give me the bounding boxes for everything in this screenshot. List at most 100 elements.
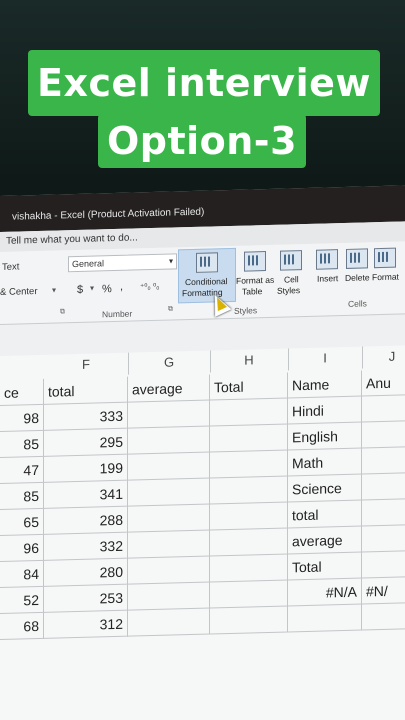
table-cell[interactable]: 253 [44,584,128,613]
format-as-table-label2[interactable]: Table [242,286,262,297]
header-cell[interactable]: average [128,374,210,403]
header-cell[interactable]: total [44,376,128,405]
table-cell[interactable]: total [288,500,362,529]
table-cell[interactable]: 47 [0,456,44,484]
format-label[interactable]: Format [372,272,399,283]
number-launcher-icon[interactable]: ⧉ [168,305,173,313]
header-cell[interactable]: Name [288,370,362,399]
table-cell[interactable]: 85 [0,482,44,510]
conditional-formatting-icon[interactable] [196,252,218,273]
excel-screen: vishakha - Excel (Product Activation Fai… [0,185,405,720]
table-cell[interactable]: 85 [0,430,44,458]
table-cell[interactable] [210,554,288,583]
table-cell[interactable] [210,580,288,609]
table-cell[interactable] [210,450,288,479]
insert-label[interactable]: Insert [317,273,338,284]
header-cell[interactable]: Anu [362,368,405,397]
table-cell[interactable] [210,502,288,531]
format-as-table-icon[interactable] [244,251,266,272]
merge-center-button[interactable]: & Center [0,286,38,298]
table-cell[interactable]: average [288,526,362,555]
number-format-select[interactable]: General ▾ [68,253,177,273]
table-cell[interactable]: 341 [44,480,128,509]
tell-me-text[interactable]: Tell me what you want to do... [6,232,138,246]
column-header[interactable]: H [210,348,289,373]
table-cell[interactable]: 288 [44,506,128,535]
cell-styles-label2[interactable]: Styles [277,285,300,296]
table-cell[interactable] [128,608,210,637]
format-as-table-label1[interactable]: Format as [236,275,274,286]
table-cell[interactable] [210,606,288,635]
currency-dropdown-icon[interactable]: ▾ [90,284,94,293]
table-cell[interactable] [128,452,210,481]
table-cell[interactable] [128,556,210,585]
column-header[interactable]: G [128,350,211,375]
overlay-title-line1: Excel interview [28,50,380,116]
table-cell[interactable] [128,504,210,533]
table-cell[interactable] [210,476,288,505]
table-cell[interactable] [362,420,405,449]
table-cell[interactable] [128,426,210,455]
alignment-launcher-icon[interactable]: ⧉ [60,308,65,316]
table-cell[interactable]: 332 [44,532,128,561]
table-cell[interactable] [210,424,288,453]
table-cell[interactable]: 98 [0,404,44,432]
table-cell[interactable]: 84 [0,560,44,588]
table-cell[interactable]: #N/ [362,576,405,605]
table-cell[interactable]: 68 [0,612,44,640]
table-cell[interactable]: 280 [44,558,128,587]
table-cell[interactable] [210,398,288,427]
header-cell[interactable]: Total [210,372,288,401]
table-cell[interactable] [128,582,210,611]
cell-styles-label1[interactable]: Cell [284,274,299,284]
chevron-down-icon: ▾ [168,256,173,266]
cells-group-label: Cells [348,298,367,309]
table-cell[interactable]: 295 [44,428,128,457]
table-cell[interactable]: 52 [0,586,44,614]
table-cell[interactable] [362,524,405,553]
table-cell[interactable] [128,400,210,429]
table-cell[interactable] [128,530,210,559]
table-cell[interactable]: Total [288,552,362,581]
currency-button[interactable]: $ [77,284,83,296]
overlay-title-line2: Option-3 [98,114,306,168]
column-header[interactable]: I [288,346,363,371]
decimal-buttons[interactable]: ⁺⁰₀ ⁰₀ [140,282,160,292]
delete-label[interactable]: Delete [345,272,370,283]
header-cell[interactable]: ce [0,378,44,406]
table-cell[interactable] [210,528,288,557]
table-cell[interactable]: 96 [0,534,44,562]
percent-button[interactable]: % [102,283,112,295]
table-cell[interactable]: English [288,422,362,451]
column-header[interactable]: F [44,352,129,377]
table-cell[interactable] [362,394,405,423]
table-cell[interactable]: 65 [0,508,44,536]
table-cell[interactable] [362,498,405,527]
table-cell[interactable] [128,478,210,507]
insert-icon[interactable] [316,249,338,270]
cell-styles-icon[interactable] [280,250,302,271]
table-cell[interactable] [362,446,405,475]
merge-dropdown-icon[interactable]: ▾ [52,286,56,295]
table-cell[interactable] [362,602,405,631]
spreadsheet-grid: F G H I Jce total average Total Name Anu 98 333 Hind… [0,344,405,720]
wrap-text-button[interactable]: Text [2,261,19,272]
table-cell[interactable]: Math [288,448,362,477]
table-cell[interactable] [362,550,405,579]
conditional-formatting-label1[interactable]: Conditional [185,276,228,287]
delete-icon[interactable] [346,248,368,269]
table-cell[interactable]: 312 [44,610,128,639]
number-format-value: General [72,258,105,270]
table-cell[interactable]: Hindi [288,396,362,425]
table-cell[interactable]: 199 [44,454,128,483]
table-cell[interactable] [288,604,362,633]
comma-button[interactable]: , [120,281,123,293]
styles-group-label: Styles [234,305,258,316]
format-icon[interactable] [374,247,396,269]
photo-scene: vishakha - Excel (Product Activation Fai… [0,0,405,720]
table-cell[interactable]: #N/A [288,578,362,607]
table-cell[interactable]: 333 [44,402,128,431]
table-cell[interactable] [362,472,405,501]
table-cell[interactable]: Science [288,474,362,503]
column-header[interactable]: J [362,344,405,369]
